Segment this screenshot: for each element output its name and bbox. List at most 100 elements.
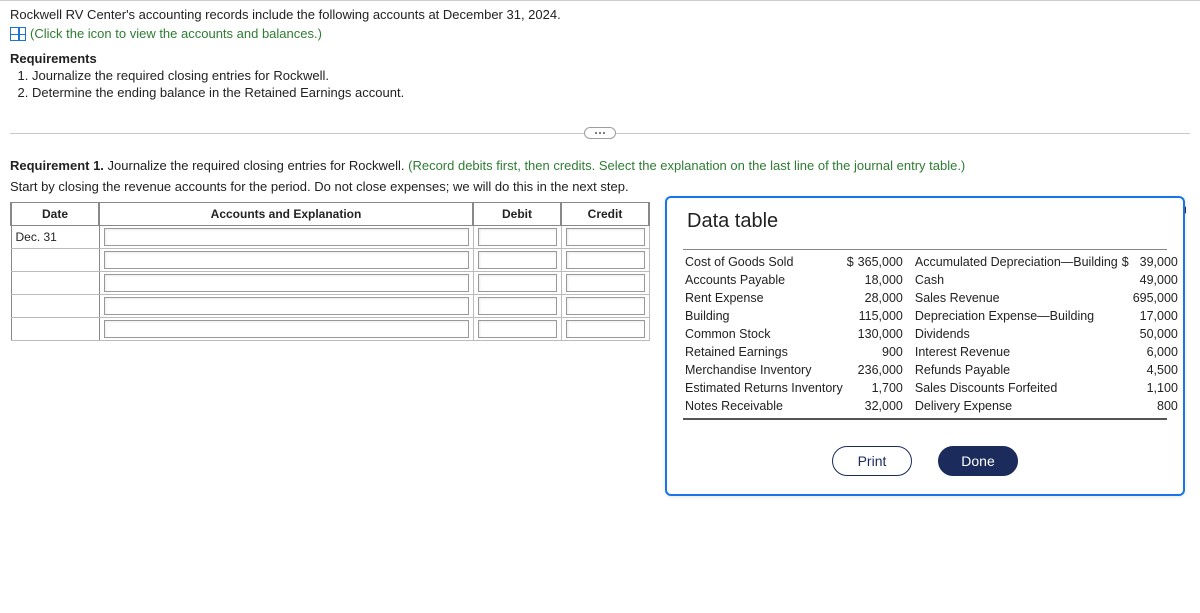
col-header-credit: Credit — [561, 203, 649, 226]
req1-hint: (Record debits first, then credits. Sele… — [408, 158, 965, 173]
data-cell — [845, 343, 856, 361]
table-row: Dec. 31 — [11, 226, 649, 249]
data-cell: Refunds Payable — [913, 361, 1120, 379]
data-cell: 6,000 — [1131, 343, 1180, 361]
data-cell — [1120, 361, 1131, 379]
data-cell: Cost of Goods Sold — [683, 253, 845, 271]
requirements-list: Journalize the required closing entries … — [10, 68, 1190, 100]
data-cell: 1,100 — [1131, 379, 1180, 397]
data-cell: 49,000 — [1131, 271, 1180, 289]
data-cell: 39,000 — [1131, 253, 1180, 271]
data-cell: 695,000 — [1131, 289, 1180, 307]
data-cell: 32,000 — [856, 397, 913, 415]
data-cell: Sales Revenue — [913, 289, 1120, 307]
account-input[interactable] — [104, 297, 469, 315]
modal-title: Data table — [683, 210, 1167, 233]
data-cell — [1120, 307, 1131, 325]
date-cell: Dec. 31 — [11, 226, 99, 249]
data-cell — [845, 289, 856, 307]
data-cell: 1,700 — [856, 379, 913, 397]
credit-input[interactable] — [566, 297, 645, 315]
data-cell: 900 — [856, 343, 913, 361]
account-input[interactable] — [104, 274, 469, 292]
credit-input[interactable] — [566, 274, 645, 292]
data-cell: Accounts Payable — [683, 271, 845, 289]
table-row — [11, 318, 649, 341]
table-row: Building115,000Depreciation Expense—Buil… — [683, 307, 1180, 325]
requirements-heading: Requirements — [10, 51, 1190, 66]
data-cell — [845, 325, 856, 343]
debit-input[interactable] — [478, 320, 557, 338]
start-instruction: Start by closing the revenue accounts fo… — [0, 179, 1200, 194]
data-cell: 50,000 — [1131, 325, 1180, 343]
data-cell — [1120, 379, 1131, 397]
data-cell: Depreciation Expense—Building — [913, 307, 1120, 325]
data-cell: $ — [845, 253, 856, 271]
credit-input[interactable] — [566, 320, 645, 338]
data-cell — [845, 379, 856, 397]
col-header-accounts: Accounts and Explanation — [99, 203, 473, 226]
table-row — [11, 249, 649, 272]
credit-input[interactable] — [566, 251, 645, 269]
data-cell: 236,000 — [856, 361, 913, 379]
data-cell: Accumulated Depreciation—Building — [913, 253, 1120, 271]
grid-table-icon[interactable] — [10, 27, 26, 41]
data-table-modal: Data table Cost of Goods Sold$365,000Acc… — [665, 196, 1185, 496]
journal-entry-table: Date Accounts and Explanation Debit Cred… — [10, 202, 650, 341]
data-cell: Common Stock — [683, 325, 845, 343]
requirement-item: Determine the ending balance in the Reta… — [32, 85, 1190, 100]
data-cell: Interest Revenue — [913, 343, 1120, 361]
data-cell: 115,000 — [856, 307, 913, 325]
data-cell: Cash — [913, 271, 1120, 289]
data-cell: Delivery Expense — [913, 397, 1120, 415]
data-cell — [845, 271, 856, 289]
debit-input[interactable] — [478, 274, 557, 292]
col-header-date: Date — [11, 203, 99, 226]
data-cell: 17,000 — [1131, 307, 1180, 325]
table-row: Common Stock 130,000Dividends 50,000 — [683, 325, 1180, 343]
data-cell: Retained Earnings — [683, 343, 845, 361]
intro-text: Rockwell RV Center's accounting records … — [10, 7, 1190, 22]
data-cell — [1120, 325, 1131, 343]
data-cell: Rent Expense — [683, 289, 845, 307]
print-button[interactable]: Print — [832, 446, 912, 476]
more-options-pill[interactable] — [584, 127, 616, 139]
col-header-debit: Debit — [473, 203, 561, 226]
req1-label: Requirement 1. — [10, 158, 104, 173]
table-row: Estimated Returns Inventory 1,700Sales Di… — [683, 379, 1180, 397]
accounts-data-table: Cost of Goods Sold$365,000Accumulated De… — [683, 253, 1180, 415]
account-input[interactable] — [104, 228, 469, 246]
data-cell — [845, 361, 856, 379]
data-cell — [845, 307, 856, 325]
table-row: Merchandise Inventory 236,000Refunds Paya… — [683, 361, 1180, 379]
table-row — [11, 295, 649, 318]
data-cell: 28,000 — [856, 289, 913, 307]
data-cell — [845, 397, 856, 415]
debit-input[interactable] — [478, 228, 557, 246]
done-button[interactable]: Done — [938, 446, 1018, 476]
debit-input[interactable] — [478, 251, 557, 269]
data-cell — [1120, 271, 1131, 289]
data-cell: Estimated Returns Inventory — [683, 379, 845, 397]
data-cell — [1120, 289, 1131, 307]
credit-input[interactable] — [566, 228, 645, 246]
data-cell: Merchandise Inventory — [683, 361, 845, 379]
requirement-item: Journalize the required closing entries … — [32, 68, 1190, 83]
debit-input[interactable] — [478, 297, 557, 315]
data-cell: 18,000 — [856, 271, 913, 289]
table-row: Rent Expense 28,000Sales Revenue 695,000 — [683, 289, 1180, 307]
view-accounts-link[interactable]: (Click the icon to view the accounts and… — [30, 26, 322, 41]
table-row: Notes Receivable32,000Delivery Expense80… — [683, 397, 1180, 415]
table-row: Cost of Goods Sold$365,000Accumulated De… — [683, 253, 1180, 271]
table-row: Retained Earnings 900Interest Revenue 6,00… — [683, 343, 1180, 361]
account-input[interactable] — [104, 320, 469, 338]
data-cell: Notes Receivable — [683, 397, 845, 415]
table-row: Accounts Payable 18,000Cash 49,000 — [683, 271, 1180, 289]
data-cell: Sales Discounts Forfeited — [913, 379, 1120, 397]
requirement-1-instruction: Requirement 1. Journalize the required c… — [0, 158, 1200, 173]
account-input[interactable] — [104, 251, 469, 269]
req1-desc: Journalize the required closing entries … — [104, 158, 408, 173]
table-row — [11, 272, 649, 295]
data-cell: Dividends — [913, 325, 1120, 343]
data-cell: 130,000 — [856, 325, 913, 343]
